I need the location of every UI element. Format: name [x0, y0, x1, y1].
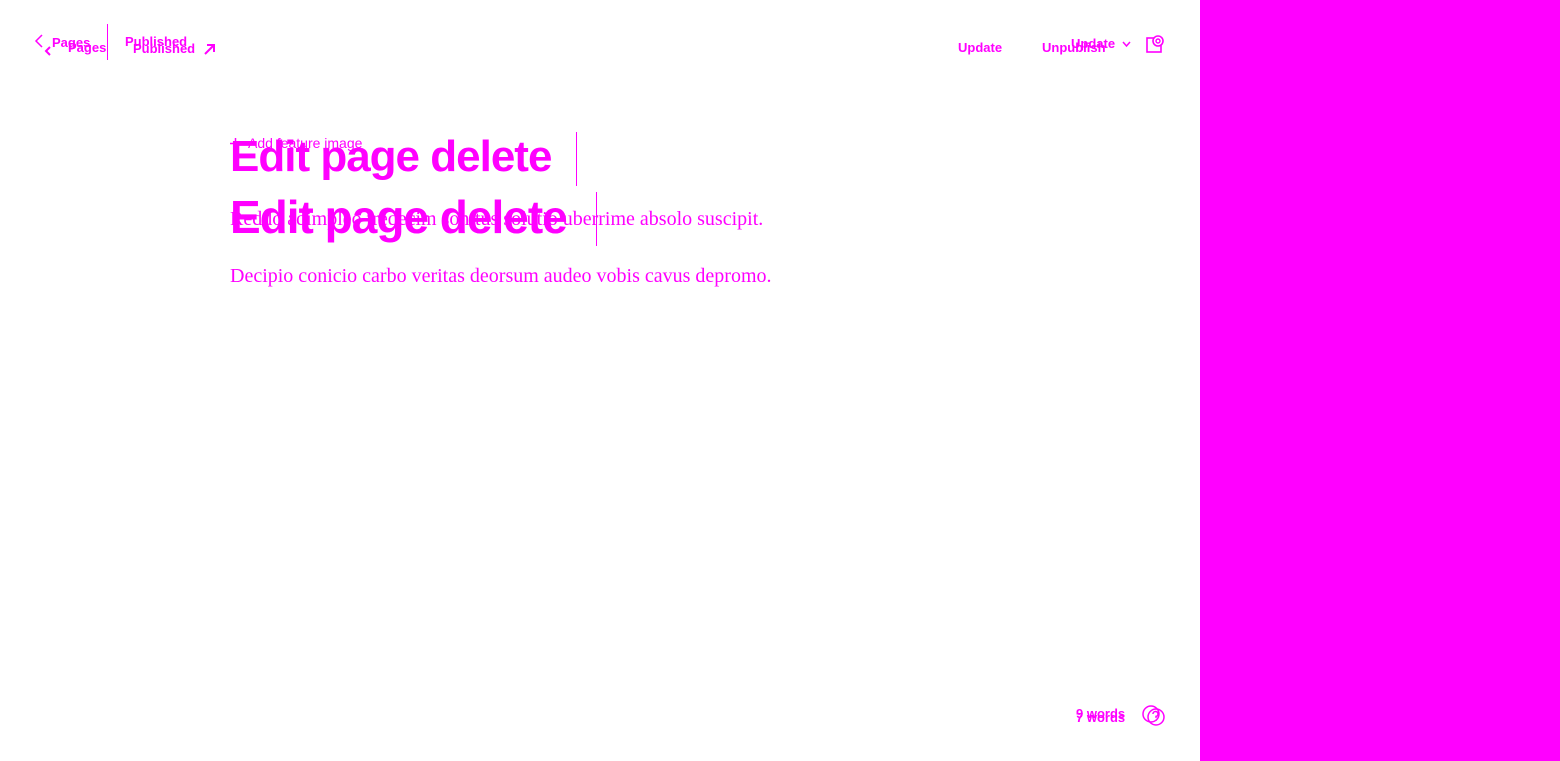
help-circle-icon	[1142, 705, 1166, 730]
status-label: Published	[133, 41, 196, 56]
update-dropdown[interactable]: Update	[1071, 35, 1131, 51]
chevron-left-icon	[44, 43, 52, 61]
settings-sidebar	[1200, 0, 1560, 761]
title-cursor	[596, 192, 597, 246]
page-title-input[interactable]: Edit page delete	[230, 190, 568, 244]
help-button[interactable]	[1142, 705, 1166, 730]
update-button[interactable]: Update	[958, 40, 1002, 55]
page-title-ghost: Edit page delete	[230, 132, 552, 181]
published-status-link[interactable]: Published	[133, 40, 215, 58]
title-cursor-ghost	[576, 132, 577, 186]
body-paragraph[interactable]: Decipio conicio carbo veritas deorsum au…	[230, 265, 772, 288]
arrow-up-right-icon	[204, 42, 215, 60]
editor-header: Pages Published Update Unpublish Update	[0, 0, 1200, 80]
update-dropdown-label: Update	[1071, 36, 1116, 51]
settings-panel-toggle[interactable]	[1145, 32, 1167, 57]
back-label: Pages	[68, 40, 107, 55]
word-count: 7 words	[1076, 710, 1126, 725]
settings-panel-icon	[1145, 35, 1167, 57]
editor-canvas: Add feature image Edit page delete Reddo…	[0, 80, 1200, 680]
chevron-down-icon	[1122, 35, 1131, 50]
editor-footer: 9 words 7 words	[1060, 700, 1190, 730]
